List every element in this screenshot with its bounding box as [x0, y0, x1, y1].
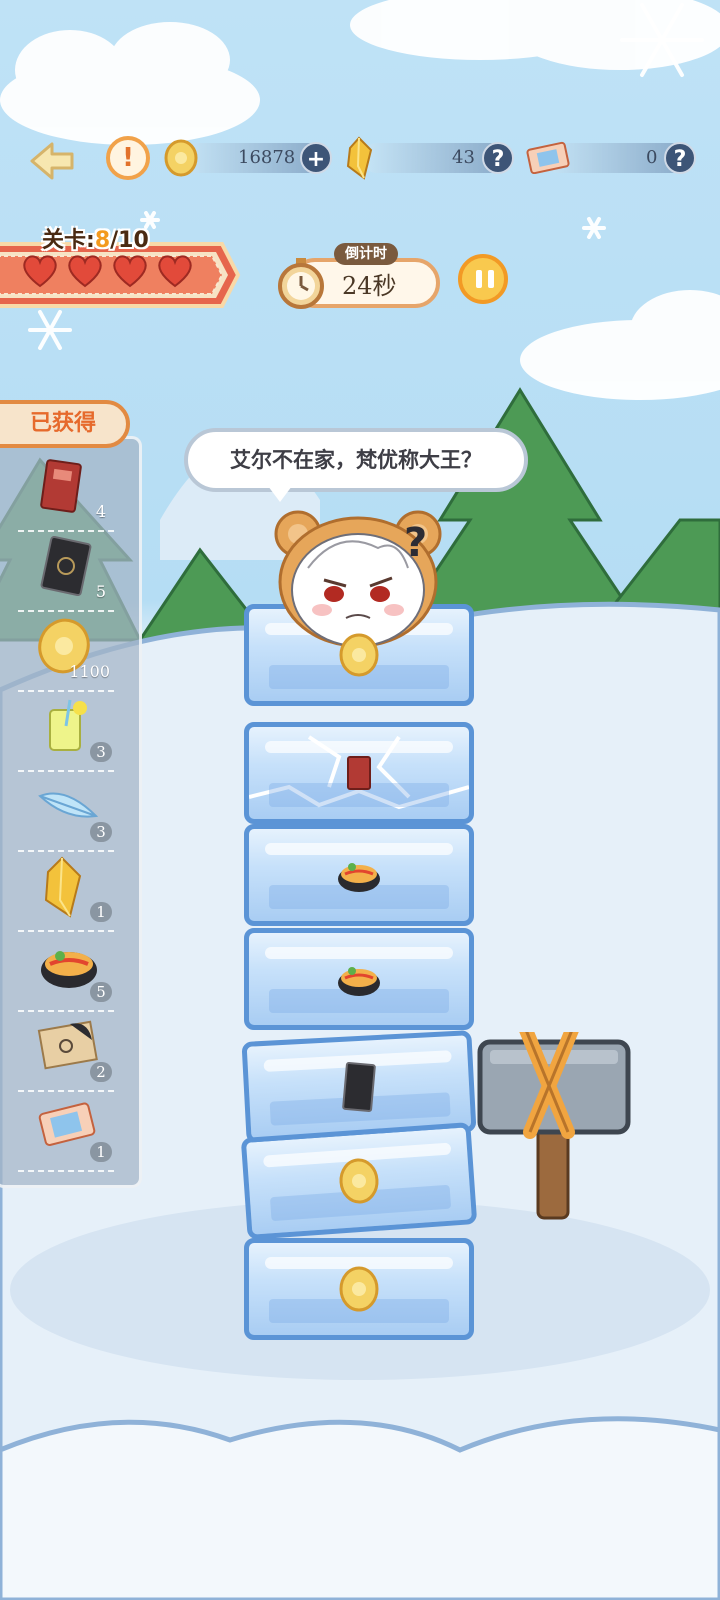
crystal-help-button[interactable]: ? — [482, 142, 514, 174]
gold-coin-icon — [339, 633, 379, 677]
black-card-icon — [40, 536, 92, 596]
heart-icon — [158, 255, 192, 288]
level-total: /10 — [110, 228, 149, 253]
ticket-amount: 0 — [646, 147, 658, 168]
level-indicator: 关卡:8/10 — [42, 222, 149, 254]
red-card-icon — [40, 459, 82, 513]
ice-block[interactable] — [244, 1238, 474, 1340]
obtained-item: 1 — [18, 1090, 114, 1172]
gold-coin-icon — [339, 1266, 379, 1312]
heart-icon — [68, 255, 102, 288]
crystal-icon — [346, 136, 373, 180]
game-screen: { "topbar": { "coins": "16878", "crystal… — [0, 0, 720, 1600]
crystal-icon — [44, 856, 82, 918]
level-current: 8 — [94, 228, 111, 253]
ticket-icon — [526, 141, 570, 174]
obtained-item: 3 — [18, 770, 114, 852]
gold-coin-icon — [339, 1158, 379, 1204]
crystal-amount: 43 — [452, 147, 475, 168]
level-prefix: 关卡: — [42, 228, 95, 253]
food-bowl-icon — [338, 967, 380, 996]
black-card-icon — [342, 1062, 376, 1112]
coin-amount: 16878 — [238, 147, 296, 168]
speech-bubble-tail — [268, 486, 292, 502]
lemonade-icon — [49, 699, 87, 751]
food-bowl-icon — [338, 863, 380, 892]
stopwatch-icon — [278, 258, 324, 309]
heart-icon — [23, 255, 57, 288]
ice-block[interactable] — [240, 1122, 478, 1240]
info-button[interactable]: ! — [106, 136, 150, 180]
add-coins-button[interactable]: + — [300, 142, 332, 174]
hearts-row — [23, 255, 192, 288]
obtained-item: 4 — [18, 450, 114, 532]
question-mark-icon: ? — [404, 520, 428, 566]
back-arrow-icon[interactable] — [26, 138, 78, 184]
ice-block-cracked[interactable] — [244, 722, 474, 824]
obtained-item: 2 — [18, 1010, 114, 1092]
speech-bubble: 艾尔不在家，梵优称大王？ — [184, 428, 528, 492]
red-card-icon — [347, 756, 371, 790]
heart-icon — [113, 255, 147, 288]
obtained-item: 1 — [18, 850, 114, 932]
obtained-item: 5 — [18, 530, 114, 612]
obtained-item: 5 — [18, 930, 114, 1012]
obtained-title: 已获得 — [0, 400, 130, 448]
ice-block[interactable] — [244, 928, 474, 1030]
hammer-icon[interactable] — [476, 1032, 636, 1222]
gold-coin-icon — [164, 139, 198, 177]
ice-block[interactable] — [244, 824, 474, 926]
countdown-label: 倒计时 — [334, 243, 398, 265]
countdown-value: 24秒 — [342, 272, 397, 300]
pause-button[interactable] — [458, 254, 508, 304]
obtained-item: 1100 — [18, 610, 114, 692]
obtained-item: 3 — [18, 690, 114, 772]
ticket-help-button[interactable]: ? — [664, 142, 696, 174]
